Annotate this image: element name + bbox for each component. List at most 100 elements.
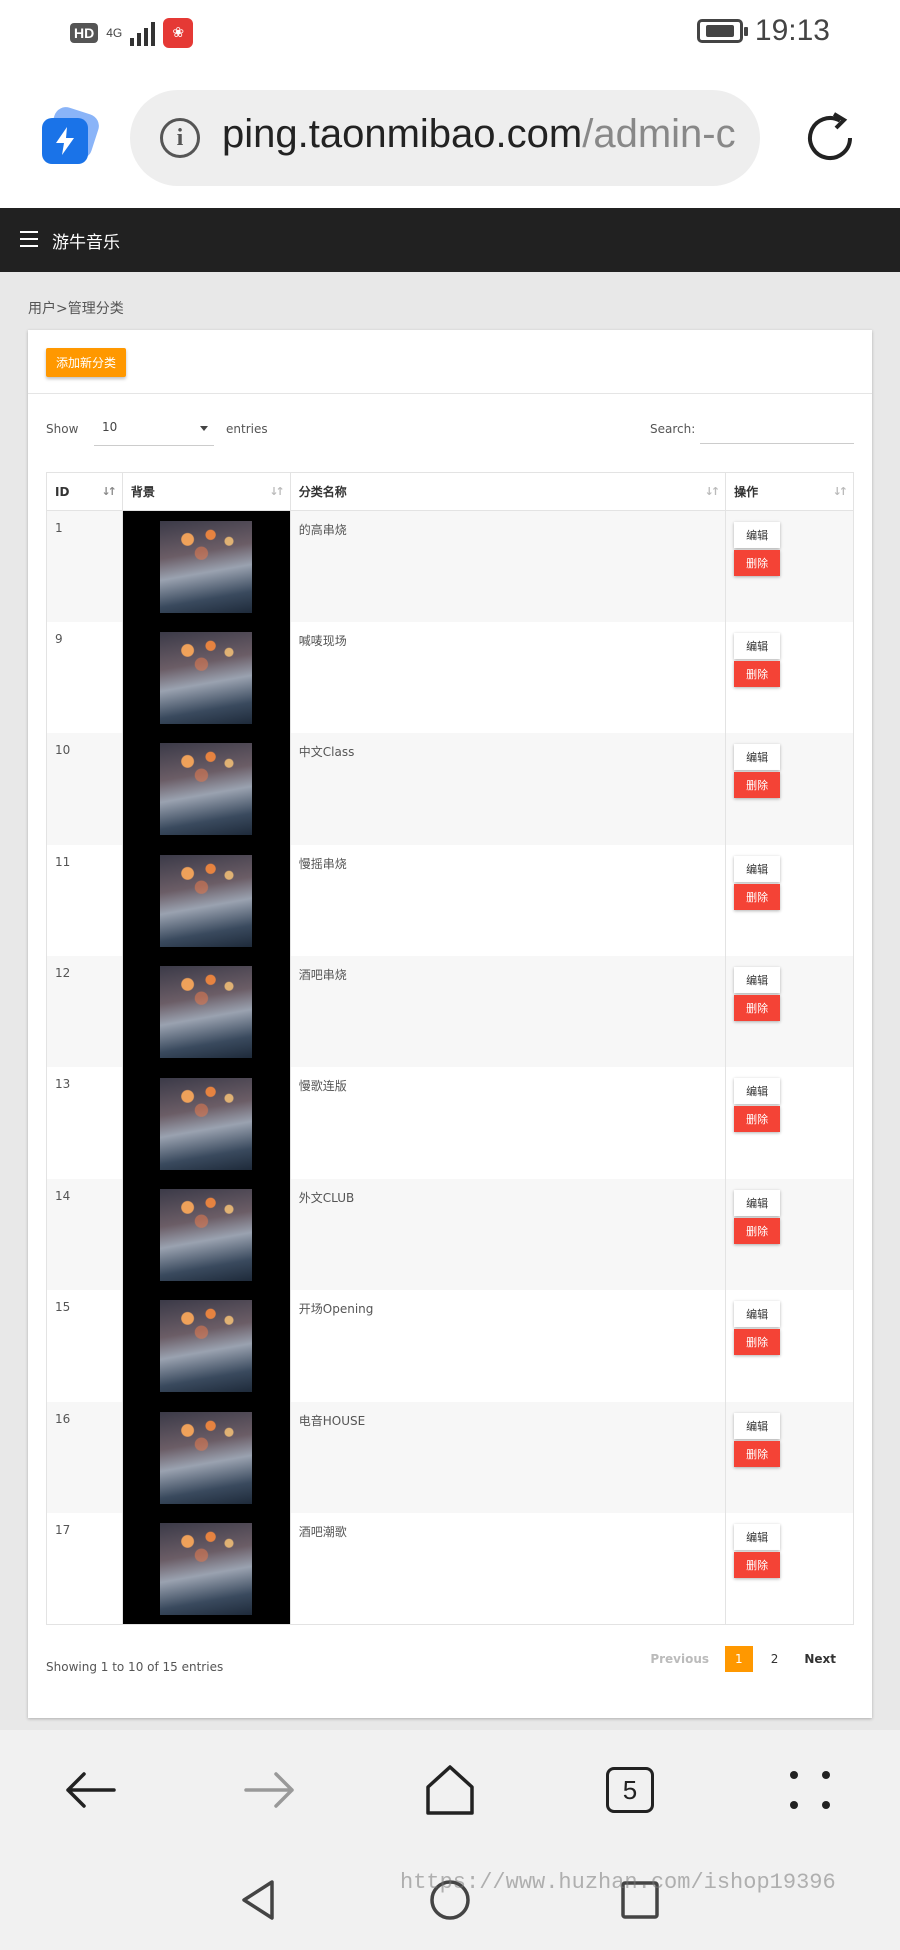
cell-id: 1 [46, 510, 123, 622]
entries-label: entries [226, 422, 268, 436]
row-id: 10 [55, 743, 71, 758]
table-row: 10 中文Class 编辑 删除 [46, 733, 854, 845]
cell-actions: 编辑 删除 [725, 1513, 854, 1625]
table-row: 15 开场Opening 编辑 删除 [46, 1290, 854, 1402]
cell-actions: 编辑 删除 [725, 844, 854, 957]
header-name[interactable]: 分类名称 ↓↑ [289, 472, 727, 511]
edit-button[interactable]: 编辑 [734, 522, 781, 548]
system-back-icon[interactable] [228, 1870, 288, 1930]
row-id: 17 [55, 1523, 71, 1538]
sort-asc-icon: ↓↑ [101, 485, 117, 498]
category-name: 酒吧潮歌 [298, 1525, 347, 1540]
background-thumbnail [160, 1189, 253, 1282]
category-table: ID ↓↑ 背景 ↓↑ 分类名称 ↓↑ 操作 ↓↑ 1 的高串烧 编辑 删除 9 喊唛现场 编辑 删除… [46, 472, 854, 1625]
page-button-2[interactable]: 2 [761, 1646, 789, 1672]
page-length-select[interactable]: 10 [94, 412, 214, 446]
delete-button[interactable]: 删除 [734, 660, 781, 687]
edit-button[interactable]: 编辑 [734, 1412, 781, 1439]
background-thumbnail [160, 520, 253, 613]
app-notification-icon: ❀ [163, 18, 194, 48]
url-text[interactable]: ping.taonmibao.com/admin-c [222, 112, 736, 157]
sort-icon: ↓↑ [832, 485, 849, 498]
hd-badge: HD [70, 23, 99, 43]
edit-button[interactable]: 编辑 [734, 967, 781, 994]
edit-button[interactable]: 编辑 [734, 1189, 781, 1216]
tabs-button[interactable]: 5 [600, 1760, 660, 1820]
edit-button[interactable]: 编辑 [734, 1524, 781, 1551]
header-id-label: ID [55, 484, 70, 499]
row-id: 16 [55, 1411, 71, 1426]
category-name: 酒吧串烧 [298, 968, 347, 983]
main-content: 用户>管理分类 添加新分类 Show 10 entries Search: ID… [0, 272, 900, 1730]
cell-name: 中文Class [289, 733, 727, 845]
address-bar[interactable]: i ping.taonmibao.com/admin-c [130, 90, 760, 186]
background-thumbnail [160, 1077, 253, 1170]
delete-button[interactable]: 删除 [734, 1440, 781, 1467]
cell-actions: 编辑 删除 [725, 510, 854, 622]
cell-id: 10 [46, 733, 123, 845]
back-arrow-icon[interactable] [60, 1760, 120, 1820]
table-row: 11 慢摇串烧 编辑 删除 [46, 844, 854, 957]
cell-id: 12 [46, 956, 123, 1068]
cell-name: 酒吧串烧 [289, 956, 727, 1068]
info-icon[interactable]: i [160, 118, 200, 158]
lightning-icon[interactable] [40, 104, 102, 168]
category-name: 中文Class [298, 745, 355, 760]
cell-id: 15 [46, 1290, 123, 1402]
header-name-label: 分类名称 [298, 485, 347, 499]
reload-icon[interactable] [800, 108, 860, 168]
watermark: https://www.huzhan.com/ishop19396 [400, 1870, 836, 1895]
page-button-1[interactable]: 1 [725, 1646, 753, 1672]
table-row: 12 酒吧串烧 编辑 删除 [46, 956, 854, 1068]
cell-background [121, 733, 291, 845]
add-category-button[interactable]: 添加新分类 [46, 348, 127, 377]
status-right: 19:13 [696, 14, 830, 48]
table-controls: Show 10 entries Search: [28, 394, 872, 468]
delete-button[interactable]: 删除 [734, 1217, 781, 1244]
header-actions[interactable]: 操作 ↓↑ [725, 472, 854, 511]
clock: 19:13 [754, 14, 830, 47]
cell-name: 酒吧潮歌 [289, 1513, 727, 1625]
cell-id: 13 [46, 1067, 123, 1179]
edit-button[interactable]: 编辑 [734, 632, 781, 659]
cell-name: 慢摇串烧 [289, 844, 727, 957]
network-type: 4G [106, 26, 123, 40]
table-row: 1 的高串烧 编辑 删除 [46, 510, 854, 622]
pagination: Previous 1 2 Next [642, 1646, 844, 1672]
category-name: 喊唛现场 [298, 633, 347, 648]
category-name: 慢摇串烧 [298, 856, 347, 871]
delete-button[interactable]: 删除 [734, 550, 781, 576]
edit-button[interactable]: 编辑 [734, 855, 781, 882]
breadcrumb: 用户>管理分类 [28, 301, 124, 317]
page-length-value: 10 [102, 420, 118, 434]
delete-button[interactable]: 删除 [734, 1329, 781, 1356]
delete-button[interactable]: 删除 [734, 883, 781, 910]
forward-arrow-icon[interactable] [240, 1760, 300, 1820]
delete-button[interactable]: 删除 [734, 995, 781, 1022]
delete-button[interactable]: 删除 [734, 1106, 781, 1133]
brand-title[interactable]: 游牛音乐 [52, 228, 120, 253]
hamburger-menu-icon[interactable] [20, 231, 38, 247]
previous-button[interactable]: Previous [642, 1646, 717, 1672]
more-menu-icon[interactable] [780, 1760, 840, 1820]
cell-background [121, 1513, 291, 1625]
search-input[interactable] [700, 414, 854, 444]
url-path: /admin-c [582, 112, 736, 156]
cell-name: 慢歌连版 [289, 1067, 727, 1179]
row-id: 11 [55, 854, 71, 869]
edit-button[interactable]: 编辑 [734, 1078, 781, 1105]
edit-button[interactable]: 编辑 [734, 1301, 781, 1328]
next-button[interactable]: Next [796, 1646, 844, 1672]
tab-count: 5 [606, 1767, 654, 1813]
home-icon[interactable] [420, 1760, 480, 1820]
cell-actions: 编辑 删除 [725, 1067, 854, 1179]
edit-button[interactable]: 编辑 [734, 744, 781, 771]
row-id: 1 [55, 521, 63, 535]
header-background[interactable]: 背景 ↓↑ [121, 472, 291, 511]
delete-button[interactable]: 删除 [734, 1552, 781, 1579]
delete-button[interactable]: 删除 [734, 772, 781, 799]
header-actions-label: 操作 [734, 485, 759, 499]
show-label: Show [46, 422, 79, 436]
cell-name: 开场Opening [289, 1290, 727, 1402]
header-id[interactable]: ID ↓↑ [46, 472, 123, 511]
